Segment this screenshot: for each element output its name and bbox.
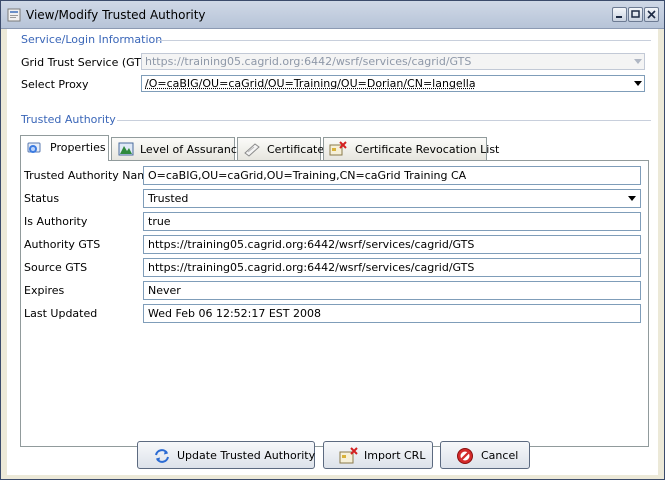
authority-gts-field[interactable]: https://training05.cagrid.org:6442/wsrf/… (143, 235, 641, 254)
tab-certificate-revocation-list[interactable]: Certificate Revocation List (323, 137, 499, 160)
minimize-icon (616, 16, 622, 18)
window-title: View/Modify Trusted Authority (26, 8, 206, 22)
refresh-icon (155, 449, 169, 463)
chevron-down-icon (634, 59, 642, 64)
import-crl-button[interactable]: Import CRL (323, 441, 433, 469)
last-updated-value: Wed Feb 06 12:52:17 EST 2008 (148, 307, 321, 320)
is-authority-field[interactable]: true (143, 212, 641, 231)
group-divider (157, 40, 651, 41)
tab-label: Certificate Revocation List (355, 143, 500, 156)
properties-icon (27, 142, 41, 153)
expires-value: Never (148, 284, 181, 297)
cancel-button-label: Cancel (481, 449, 519, 462)
tab-label: Properties (50, 141, 106, 154)
dialog-window: View/Modify Trusted Authority Service/Lo… (0, 0, 665, 480)
proxy-label: Select Proxy (21, 78, 89, 91)
group-divider (117, 120, 651, 121)
proxy-value: /O=caBIG/OU=caGrid/OU=Training/OU=Dorian… (145, 77, 476, 90)
gts-select[interactable]: https://training05.cagrid.org:6442/wsrf/… (141, 53, 645, 70)
service-group-title: Service/Login Information (21, 33, 163, 46)
tab-bar: Properties Level of Assurance Certificat… (20, 135, 647, 161)
authority-gts-label: Authority GTS (24, 238, 101, 251)
name-value: O=caBIG,OU=caGrid,OU=Training,CN=caGrid … (148, 169, 467, 182)
last-updated-label: Last Updated (24, 307, 98, 320)
is-authority-label: Is Authority (24, 215, 88, 228)
title-bar[interactable]: View/Modify Trusted Authority (1, 1, 664, 29)
dialog-content: Service/Login Information Grid Trust Ser… (7, 29, 658, 475)
chevron-down-icon (628, 196, 636, 201)
cancel-button[interactable]: Cancel (440, 441, 530, 469)
close-button[interactable] (644, 7, 659, 22)
tab-label: Certificate (267, 143, 325, 156)
app-icon (7, 8, 21, 22)
properties-panel: Trusted Authority Name O=caBIG,OU=caGrid… (20, 160, 649, 447)
gts-value: https://training05.cagrid.org:6442/wsrf/… (145, 55, 472, 68)
chevron-down-icon (634, 81, 642, 86)
expires-label: Expires (24, 284, 65, 297)
source-gts-label: Source GTS (24, 261, 88, 274)
proxy-select[interactable]: /O=caBIG/OU=caGrid/OU=Training/OU=Dorian… (141, 75, 645, 92)
minimize-button[interactable] (612, 7, 627, 22)
level-of-assurance-icon (118, 142, 134, 156)
gts-label: Grid Trust Service (GTS) (21, 56, 153, 69)
tab-certificate[interactable]: Certificate (237, 137, 325, 160)
source-gts-field[interactable]: https://training05.cagrid.org:6442/wsrf/… (143, 258, 641, 277)
maximize-button[interactable] (628, 7, 643, 22)
status-label: Status (24, 192, 60, 205)
tab-label: Level of Assurance (140, 143, 244, 156)
update-button-label: Update Trusted Authority (177, 449, 316, 462)
crl-icon (339, 447, 358, 464)
cancel-icon (457, 448, 473, 464)
update-trusted-authority-button[interactable]: Update Trusted Authority (137, 441, 315, 469)
close-icon (647, 10, 656, 19)
source-gts-value: https://training05.cagrid.org:6442/wsrf/… (148, 261, 475, 274)
is-authority-value: true (148, 215, 171, 228)
status-value: Trusted (148, 192, 189, 205)
maximize-icon (631, 10, 640, 18)
name-label: Trusted Authority Name (24, 169, 155, 182)
tab-level-of-assurance[interactable]: Level of Assurance (111, 137, 244, 160)
expires-field[interactable]: Never (143, 281, 641, 300)
import-button-label: Import CRL (364, 449, 426, 462)
last-updated-field[interactable]: Wed Feb 06 12:52:17 EST 2008 (143, 304, 641, 323)
status-select[interactable]: Trusted (143, 189, 641, 208)
authority-gts-value: https://training05.cagrid.org:6442/wsrf/… (148, 238, 475, 251)
crl-icon (329, 141, 347, 156)
name-field[interactable]: O=caBIG,OU=caGrid,OU=Training,CN=caGrid … (143, 166, 641, 185)
tab-properties[interactable]: Properties (20, 135, 109, 161)
authority-group-title: Trusted Authority (21, 113, 116, 126)
certificate-icon (244, 143, 260, 157)
